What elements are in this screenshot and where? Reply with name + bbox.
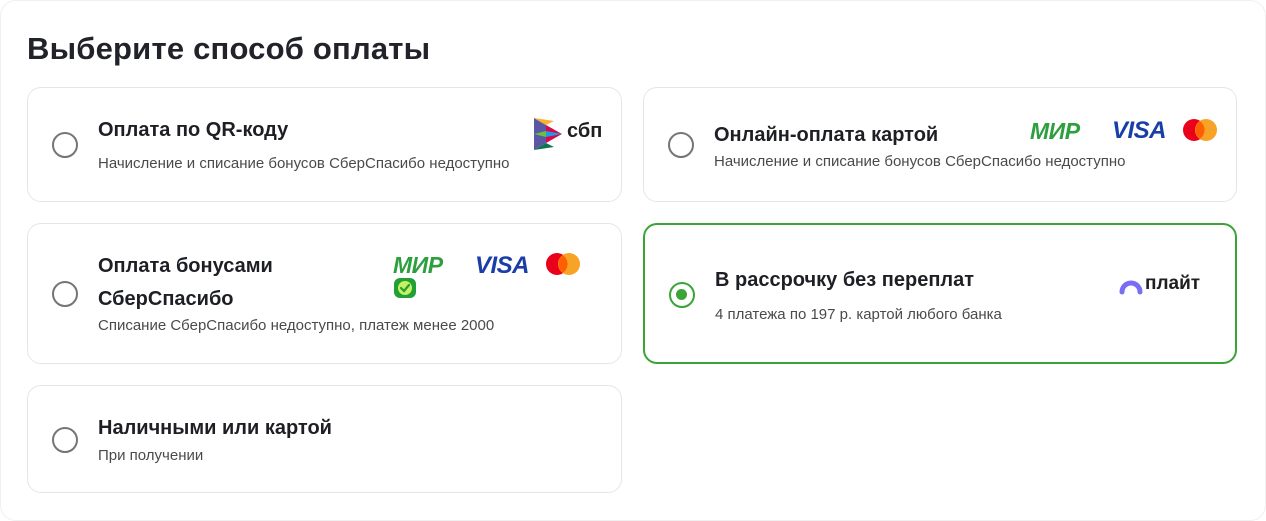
sbp-logo-icon: сбп <box>532 114 604 154</box>
visa-logo-text: VISA <box>475 252 530 279</box>
payment-option-cash[interactable]: Наличными или картой При получении <box>27 385 622 493</box>
option-subtitle: Списание СберСпасибо недоступно, платеж … <box>98 317 495 334</box>
radio-button-checked[interactable] <box>669 282 695 308</box>
mir-logo-icon: МИР <box>1030 118 1080 145</box>
radio-button[interactable] <box>52 427 78 453</box>
option-title: Онлайн-оплата картой <box>714 124 939 146</box>
plait-logo-text: плайт <box>1145 273 1201 294</box>
payment-option-bonus[interactable]: Оплата бонусами СберСпасибо Списание Сбе… <box>27 223 622 364</box>
radio-button[interactable] <box>52 132 78 158</box>
sberspasibo-logo-icon <box>393 277 417 304</box>
payment-option-online-card[interactable]: Онлайн-оплата картой Начисление и списан… <box>643 87 1237 202</box>
mastercard-logo-icon <box>545 252 581 281</box>
payment-method-panel: Выберите способ оплаты Оплата по QR-коду… <box>0 0 1266 521</box>
option-subtitle: 4 платежа по 197 р. картой любого банка <box>715 306 1002 323</box>
option-title: В рассрочку без переплат <box>715 269 975 291</box>
option-subtitle: Начисление и списание бонусов СберСпасиб… <box>714 153 1126 170</box>
mastercard-logo-icon <box>1182 118 1218 147</box>
option-title: Наличными или картой <box>98 417 332 439</box>
option-subtitle: При получении <box>98 447 204 464</box>
mir-logo-text: МИР <box>1030 118 1080 144</box>
mir-logo-text: МИР <box>393 252 443 278</box>
option-title: Оплата по QR-коду <box>98 119 289 141</box>
option-title-line1: Оплата бонусами <box>98 255 273 277</box>
mir-logo-icon: МИР <box>393 252 443 279</box>
visa-logo-text: VISA <box>1112 117 1167 144</box>
payment-option-qr[interactable]: Оплата по QR-коду Начисление и списание … <box>27 87 622 202</box>
radio-button[interactable] <box>52 281 78 307</box>
visa-logo-icon: VISA <box>1112 117 1167 145</box>
option-subtitle: Начисление и списание бонусов СберСпасиб… <box>98 155 510 172</box>
payment-option-installment[interactable]: В рассрочку без переплат 4 платежа по 19… <box>643 223 1237 364</box>
radio-button[interactable] <box>668 132 694 158</box>
visa-logo-icon: VISA <box>475 252 530 280</box>
sbp-logo-text: сбп <box>567 120 603 142</box>
option-title-line2: СберСпасибо <box>98 288 234 310</box>
page-title: Выберите способ оплаты <box>27 31 431 66</box>
